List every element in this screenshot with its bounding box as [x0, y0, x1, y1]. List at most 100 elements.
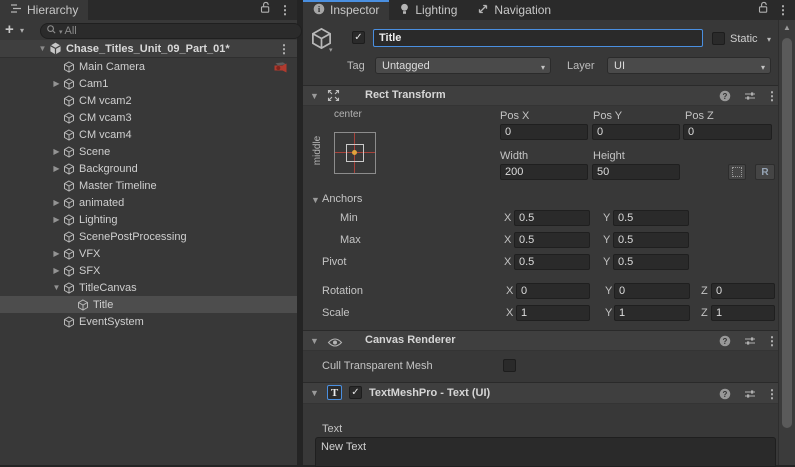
help-icon[interactable]: ? — [719, 387, 731, 405]
hierarchy-item-label: CM vcam4 — [79, 129, 132, 141]
hierarchy-item-label: Title — [93, 299, 113, 311]
menu-kebab-icon[interactable]: ⋮ — [279, 4, 291, 16]
lock-icon[interactable] — [758, 1, 769, 19]
expander-icon[interactable]: ▶ — [50, 198, 63, 207]
component-kebab-icon[interactable]: ⋮ — [766, 335, 778, 347]
expander-icon[interactable]: ▶ — [50, 249, 63, 258]
anchor-preset-widget[interactable] — [334, 132, 376, 174]
anchors-max-x-field[interactable]: 0.5 — [514, 232, 590, 248]
pivot-x-field[interactable]: 0.5 — [514, 254, 590, 270]
menu-kebab-icon[interactable]: ⋮ — [777, 4, 789, 16]
tab-label: Lighting — [415, 3, 457, 17]
expander-icon[interactable]: ▶ — [50, 266, 63, 275]
anchors-foldout-icon[interactable]: ▼ — [311, 195, 320, 205]
help-icon[interactable]: ? — [719, 334, 731, 352]
add-dropdown-caret-icon[interactable]: ▾ — [20, 26, 24, 35]
component-kebab-icon[interactable]: ⋮ — [766, 90, 778, 102]
hierarchy-item-title[interactable]: Title — [0, 296, 297, 313]
presets-icon[interactable] — [744, 387, 756, 405]
pos-x-label: Pos X — [500, 110, 529, 122]
expander-icon[interactable]: ▼ — [36, 44, 49, 53]
hierarchy-item-vfx[interactable]: ▶VFX — [0, 245, 297, 262]
help-icon[interactable]: ? — [719, 89, 731, 107]
rotation-z-field[interactable]: 0 — [711, 283, 775, 299]
textmeshpro-header[interactable]: ▼ T ✓ TextMeshPro - Text (UI) ? ⋮ — [303, 382, 778, 404]
gameobject-name-input[interactable] — [373, 29, 703, 47]
width-field[interactable]: 200 — [500, 164, 588, 180]
hierarchy-item-titlecanvas[interactable]: ▼ TitleCanvas — [0, 279, 297, 296]
hierarchy-item-master-timeline[interactable]: Master Timeline — [0, 177, 297, 194]
anchors-min-y-field[interactable]: 0.5 — [613, 210, 689, 226]
static-checkbox[interactable] — [712, 32, 725, 45]
foldout-icon[interactable]: ▼ — [310, 336, 319, 346]
rotation-y-field[interactable]: 0 — [614, 283, 690, 299]
hierarchy-item-label: SFX — [79, 265, 100, 277]
tag-dropdown[interactable]: Untagged ▾ — [375, 57, 551, 74]
lock-icon[interactable] — [260, 1, 271, 19]
expander-icon[interactable]: ▶ — [50, 215, 63, 224]
foldout-icon[interactable]: ▼ — [310, 91, 319, 101]
hierarchy-item-animated[interactable]: ▶animated — [0, 194, 297, 211]
expander-icon[interactable]: ▼ — [50, 283, 63, 292]
pos-z-field[interactable]: 0 — [683, 124, 772, 140]
expander-icon[interactable]: ▶ — [50, 147, 63, 156]
anchors-min-x-field[interactable]: 0.5 — [514, 210, 590, 226]
scene-header-row[interactable]: ▼ Chase_Titles_Unit_09_Part_01* ⋮ — [0, 40, 297, 58]
expander-icon[interactable]: ▶ — [50, 79, 63, 88]
scale-z-field[interactable]: 1 — [711, 305, 775, 321]
presets-icon[interactable] — [744, 334, 756, 352]
axis-y-label: Y — [605, 285, 612, 297]
expander-icon[interactable]: ▶ — [50, 164, 63, 173]
presets-icon[interactable] — [744, 89, 756, 107]
svg-text:?: ? — [723, 337, 728, 346]
hierarchy-item-sfx[interactable]: ▶ SFX — [0, 262, 297, 279]
hierarchy-item-cm-vcam2[interactable]: CM vcam2 — [0, 92, 297, 109]
anchors-label: Anchors — [322, 193, 362, 205]
add-gameobject-button[interactable]: + — [5, 21, 14, 38]
inspector-scrollbar[interactable]: ▲ — [778, 20, 795, 465]
blueprint-mode-button[interactable] — [728, 164, 746, 180]
hierarchy-item-cm-vcam3[interactable]: CM vcam3 — [0, 109, 297, 126]
tab-hierarchy[interactable]: Hierarchy — [0, 0, 88, 20]
foldout-icon[interactable]: ▼ — [310, 388, 319, 398]
scroll-up-icon[interactable]: ▲ — [783, 23, 791, 32]
tab-inspector[interactable]: i Inspector — [303, 0, 389, 20]
raw-edit-mode-button[interactable]: R — [755, 164, 775, 180]
scale-y-field[interactable]: 1 — [614, 305, 690, 321]
layer-dropdown[interactable]: UI ▾ — [607, 57, 771, 74]
static-caret-icon[interactable]: ▾ — [767, 35, 771, 44]
scale-x-field[interactable]: 1 — [516, 305, 590, 321]
text-input-area[interactable]: New Text — [315, 437, 776, 467]
gameobject-cube-icon — [63, 146, 78, 158]
text-label: Text — [322, 423, 342, 435]
pivot-y-field[interactable]: 0.5 — [613, 254, 689, 270]
hierarchy-item-cm-vcam4[interactable]: CM vcam4 — [0, 126, 297, 143]
anchors-max-y-field[interactable]: 0.5 — [613, 232, 689, 248]
hierarchy-search-input[interactable]: ▾ All — [40, 23, 302, 39]
hierarchy-item-lighting[interactable]: ▶Lighting — [0, 211, 297, 228]
hierarchy-item-scenepostprocessing[interactable]: ScenePostProcessing — [0, 228, 297, 245]
hierarchy-item-label: TitleCanvas — [79, 282, 137, 294]
hierarchy-item-main-camera[interactable]: Main Camera — [0, 58, 297, 75]
hierarchy-item-cam1[interactable]: ▶Cam1 — [0, 75, 297, 92]
canvas-renderer-header[interactable]: ▼ Canvas Renderer ? ⋮ — [303, 330, 778, 351]
component-enabled-checkbox[interactable]: ✓ — [349, 386, 362, 399]
rect-transform-header[interactable]: ▼ Rect Transform ? ⋮ — [303, 85, 778, 106]
icon-picker-caret-icon[interactable]: ▾ — [329, 46, 333, 54]
pos-x-field[interactable]: 0 — [500, 124, 588, 140]
scene-kebab-icon[interactable]: ⋮ — [278, 43, 290, 55]
rotation-x-field[interactable]: 0 — [516, 283, 590, 299]
hierarchy-item-scene[interactable]: ▶Scene — [0, 143, 297, 160]
cull-transparent-mesh-checkbox[interactable] — [503, 359, 516, 372]
hierarchy-item-eventsystem[interactable]: EventSystem — [0, 313, 297, 330]
anchors-min-label: Min — [340, 212, 358, 224]
tab-navigation[interactable]: Navigation — [467, 0, 561, 20]
scrollbar-thumb[interactable] — [782, 38, 792, 428]
component-kebab-icon[interactable]: ⋮ — [766, 388, 778, 400]
hierarchy-icon — [10, 3, 22, 17]
active-checkbox[interactable]: ✓ — [352, 31, 365, 44]
pos-y-field[interactable]: 0 — [592, 124, 680, 140]
height-field[interactable]: 50 — [592, 164, 680, 180]
hierarchy-item-background[interactable]: ▶Background — [0, 160, 297, 177]
tab-lighting[interactable]: Lighting — [389, 0, 467, 20]
